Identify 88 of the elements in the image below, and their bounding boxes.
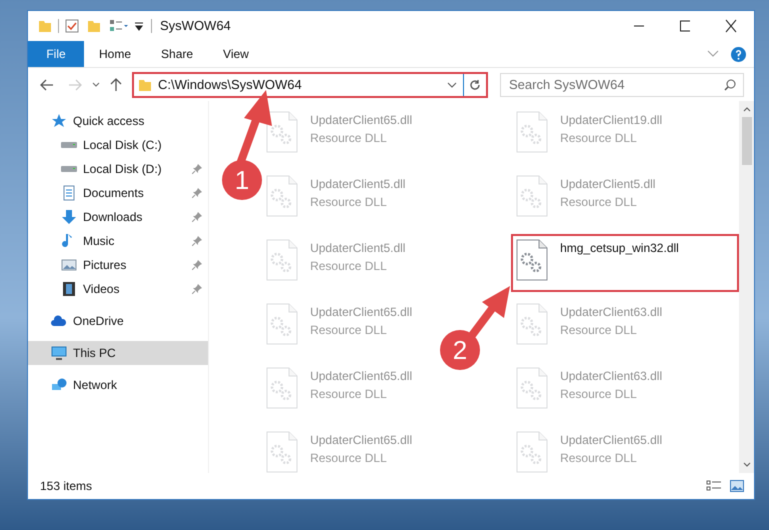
- search-field[interactable]: Search SysWOW64: [500, 72, 744, 96]
- pin-icon[interactable]: [192, 284, 202, 294]
- dll-file-icon: [516, 175, 548, 217]
- chevron-down-icon[interactable]: [92, 82, 100, 88]
- ribbon-tab[interactable]: Home: [84, 41, 146, 67]
- nav-item[interactable]: Local Disk (D:): [28, 157, 208, 181]
- dll-file-icon: [266, 111, 298, 153]
- dll-file-icon: [266, 431, 298, 473]
- ribbon-tab[interactable]: View: [208, 41, 264, 67]
- file-name: UpdaterClient65.dll: [560, 432, 662, 449]
- file-name: UpdaterClient65.dll: [310, 432, 412, 449]
- picture-icon: [61, 257, 77, 273]
- drive-icon: [61, 142, 77, 148]
- dll-file-icon: [516, 239, 548, 281]
- dll-file-icon: [266, 175, 298, 217]
- nav-item[interactable]: Pictures: [28, 253, 208, 277]
- file-type: Resource DLL: [310, 322, 388, 339]
- thumbnail-view-icon[interactable]: [730, 480, 744, 492]
- up-arrow-icon[interactable]: [110, 78, 122, 92]
- file-type: Resource DLL: [560, 194, 638, 211]
- drive-icon: [61, 166, 77, 172]
- pin-icon[interactable]: [192, 212, 202, 222]
- dll-file-icon: [516, 367, 548, 409]
- dll-file-icon: [266, 367, 298, 409]
- properties-check-icon[interactable]: [65, 19, 79, 33]
- file-name: UpdaterClient63.dll: [560, 304, 662, 321]
- nav-item[interactable]: Network: [28, 373, 208, 397]
- file-type: Resource DLL: [310, 130, 388, 147]
- view-list-icon[interactable]: [109, 19, 129, 33]
- back-arrow-icon[interactable]: [40, 78, 54, 90]
- file-name: UpdaterClient19.dll: [560, 112, 662, 129]
- pin-icon[interactable]: [192, 188, 202, 198]
- pin-icon[interactable]: [192, 164, 202, 174]
- address-path: C:\Windows\SysWOW64: [158, 76, 303, 94]
- ribbon-tab[interactable]: Share: [146, 41, 208, 67]
- pin-icon[interactable]: [192, 236, 202, 246]
- file-name: UpdaterClient63.dll: [560, 368, 662, 385]
- item-count: 153 items: [40, 478, 92, 495]
- dll-file-icon: [266, 239, 298, 281]
- dll-file-icon: [516, 303, 548, 345]
- file-name: UpdaterClient5.dll: [310, 240, 406, 257]
- expand-ribbon-icon[interactable]: [707, 50, 719, 58]
- nav-item[interactable]: OneDrive: [28, 309, 208, 333]
- file-name: hmg_cetsup_win32.dll: [560, 240, 679, 257]
- monitor-icon: [51, 345, 67, 361]
- nav-item[interactable]: This PC: [28, 341, 208, 365]
- down-arrow-icon: [61, 209, 77, 225]
- help-icon[interactable]: [731, 46, 746, 62]
- file-tab[interactable]: File: [28, 41, 84, 67]
- file-type: Resource DLL: [560, 130, 638, 147]
- pin-icon[interactable]: [192, 260, 202, 270]
- file-type: Resource DLL: [310, 450, 388, 467]
- file-name: UpdaterClient65.dll: [310, 304, 412, 321]
- folder-icon: [138, 78, 152, 92]
- file-type: Resource DLL: [560, 386, 638, 403]
- film-icon: [61, 281, 77, 297]
- details-view-icon[interactable]: [706, 480, 722, 492]
- file-type: Resource DLL: [560, 450, 638, 467]
- file-type: Resource DLL: [310, 258, 388, 275]
- scroll-thumb[interactable]: [742, 117, 752, 165]
- window-title: SysWOW64: [160, 17, 231, 36]
- dll-file-icon: [516, 111, 548, 153]
- star-icon: [51, 113, 67, 129]
- dropdown-caret-icon[interactable]: [135, 21, 143, 31]
- dll-file-icon: [516, 431, 548, 473]
- file-name: UpdaterClient5.dll: [310, 176, 406, 193]
- nav-item[interactable]: Videos: [28, 277, 208, 301]
- file-type: Resource DLL: [310, 194, 388, 211]
- globe-monitor-icon: [51, 377, 67, 393]
- refresh-icon[interactable]: [469, 78, 481, 90]
- nav-item[interactable]: Downloads: [28, 205, 208, 229]
- nav-item[interactable]: Local Disk (C:): [28, 133, 208, 157]
- chevron-down-icon[interactable]: [447, 82, 457, 88]
- dll-file-icon: [266, 303, 298, 345]
- nav-item[interactable]: Quick access: [28, 109, 208, 133]
- nav-item[interactable]: Documents: [28, 181, 208, 205]
- file-name: UpdaterClient5.dll: [560, 176, 656, 193]
- file-name: UpdaterClient65.dll: [310, 368, 412, 385]
- address-bar[interactable]: C:\Windows\SysWOW64: [132, 72, 488, 98]
- cloud-icon: [51, 313, 67, 329]
- scrollbar[interactable]: [739, 101, 754, 473]
- file-name: UpdaterClient65.dll: [310, 112, 412, 129]
- nav-item[interactable]: Music: [28, 229, 208, 253]
- file-type: Resource DLL: [560, 322, 638, 339]
- file-item[interactable]: hmg_cetsup_win32.dll: [511, 234, 740, 292]
- document-icon: [61, 185, 77, 201]
- search-icon[interactable]: [724, 78, 736, 90]
- file-type: Resource DLL: [310, 386, 388, 403]
